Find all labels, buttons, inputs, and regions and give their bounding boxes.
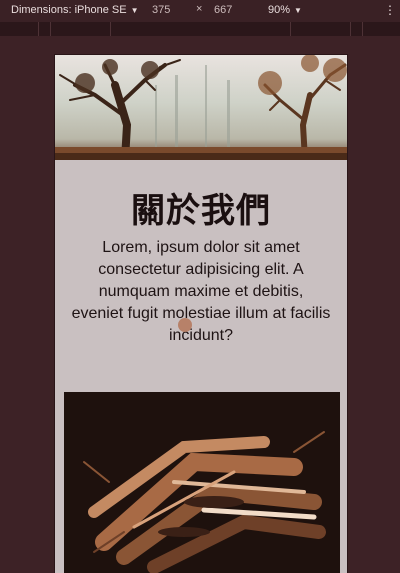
zoom-label: 90% (268, 4, 291, 16)
media-query-ruler (0, 22, 400, 36)
chevron-down-icon: ▼ (130, 5, 139, 15)
device-select[interactable]: Dimensions: iPhone SE ▼ (11, 4, 138, 16)
height-input[interactable]: 667 (214, 4, 232, 16)
touch-cursor-icon (178, 318, 192, 332)
ruler-tick (38, 22, 39, 36)
hero-image (55, 55, 347, 160)
forest-trees-image (55, 55, 347, 160)
times-icon: × (196, 3, 203, 15)
page-title: 關於我們 (131, 191, 271, 231)
ruler-tick (110, 22, 111, 36)
vertical-ellipsis-icon[interactable]: ⋮ (384, 3, 396, 17)
intro-paragraph: Lorem, ipsum dolor sit amet consectetur … (71, 239, 331, 344)
device-label: Dimensions: iPhone SE (11, 4, 127, 16)
device-viewport: 關於我們 Lorem, ipsum dolor sit amet consect… (55, 55, 347, 573)
ruler-tick (350, 22, 351, 36)
ruler-tick (50, 22, 51, 36)
firewood-pile-image (64, 392, 340, 573)
chevron-down-icon: ▼ (294, 5, 302, 15)
ruler-tick (290, 22, 291, 36)
ruler-tick (362, 22, 363, 36)
zoom-select[interactable]: 90% ▼ (268, 4, 302, 16)
firewood-image (64, 392, 340, 573)
device-toolbar: Dimensions: iPhone SE ▼ 375 × 667 90% ▼ … (0, 0, 400, 22)
width-input[interactable]: 375 (152, 4, 170, 16)
